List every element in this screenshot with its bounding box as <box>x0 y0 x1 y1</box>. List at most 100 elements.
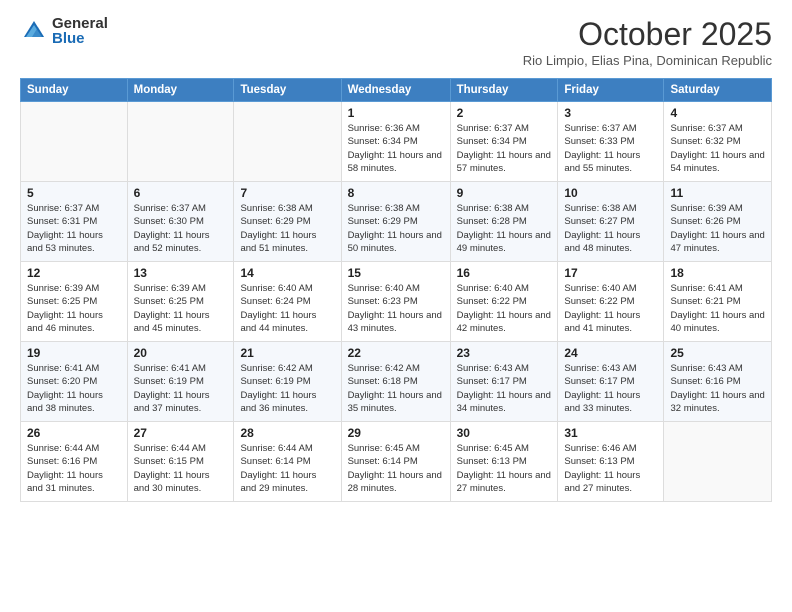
day-cell: 26Sunrise: 6:44 AM Sunset: 6:16 PM Dayli… <box>21 422 128 502</box>
day-info: Sunrise: 6:37 AM Sunset: 6:34 PM Dayligh… <box>457 122 552 175</box>
day-number: 2 <box>457 106 552 120</box>
day-info: Sunrise: 6:46 AM Sunset: 6:13 PM Dayligh… <box>564 442 657 495</box>
day-number: 25 <box>670 346 765 360</box>
day-cell: 2 Sunrise: 6:37 AM Sunset: 6:34 PM Daylig… <box>450 102 558 182</box>
day-cell: 16Sunrise: 6:40 AM Sunset: 6:22 PM Dayli… <box>450 262 558 342</box>
header-row: SundayMondayTuesdayWednesdayThursdayFrid… <box>21 79 772 102</box>
day-info: Sunrise: 6:45 AM Sunset: 6:14 PM Dayligh… <box>348 442 444 495</box>
day-number: 1 <box>348 106 444 120</box>
header: General Blue October 2025 Rio Limpio, El… <box>20 16 772 68</box>
day-number: 5 <box>27 186 121 200</box>
col-header-tuesday: Tuesday <box>234 79 341 102</box>
day-cell: 9 Sunrise: 6:38 AM Sunset: 6:28 PM Daylig… <box>450 182 558 262</box>
day-info: Sunrise: 6:37 AM Sunset: 6:30 PM Dayligh… <box>134 202 228 255</box>
day-cell: 25Sunrise: 6:43 AM Sunset: 6:16 PM Dayli… <box>664 342 772 422</box>
day-cell: 22Sunrise: 6:42 AM Sunset: 6:18 PM Dayli… <box>341 342 450 422</box>
day-number: 31 <box>564 426 657 440</box>
day-number: 11 <box>670 186 765 200</box>
day-info: Sunrise: 6:40 AM Sunset: 6:22 PM Dayligh… <box>564 282 657 335</box>
day-cell: 24 Sunrise: 6:43 AM Sunset: 6:17 PM Dayli… <box>558 342 664 422</box>
week-row-1: 1 Sunrise: 6:36 AM Sunset: 6:34 PM Daylig… <box>21 102 772 182</box>
day-info: Sunrise: 6:37 AM Sunset: 6:33 PM Dayligh… <box>564 122 657 175</box>
location-subtitle: Rio Limpio, Elias Pina, Dominican Republ… <box>523 53 772 68</box>
day-cell: 20 Sunrise: 6:41 AM Sunset: 6:19 PM Dayli… <box>127 342 234 422</box>
title-section: October 2025 Rio Limpio, Elias Pina, Dom… <box>523 16 772 68</box>
day-cell: 5 Sunrise: 6:37 AM Sunset: 6:31 PM Daylig… <box>21 182 128 262</box>
col-header-wednesday: Wednesday <box>341 79 450 102</box>
day-cell: 21 Sunrise: 6:42 AM Sunset: 6:19 PM Dayli… <box>234 342 341 422</box>
day-number: 6 <box>134 186 228 200</box>
week-row-5: 26Sunrise: 6:44 AM Sunset: 6:16 PM Dayli… <box>21 422 772 502</box>
day-cell: 14Sunrise: 6:40 AM Sunset: 6:24 PM Dayli… <box>234 262 341 342</box>
day-info: Sunrise: 6:44 AM Sunset: 6:14 PM Dayligh… <box>240 442 334 495</box>
day-cell: 27 Sunrise: 6:44 AM Sunset: 6:15 PM Dayli… <box>127 422 234 502</box>
day-cell: 15 Sunrise: 6:40 AM Sunset: 6:23 PM Dayli… <box>341 262 450 342</box>
day-info: Sunrise: 6:41 AM Sunset: 6:19 PM Dayligh… <box>134 362 228 415</box>
day-cell: 17 Sunrise: 6:40 AM Sunset: 6:22 PM Dayli… <box>558 262 664 342</box>
week-row-4: 19Sunrise: 6:41 AM Sunset: 6:20 PM Dayli… <box>21 342 772 422</box>
day-number: 20 <box>134 346 228 360</box>
day-number: 9 <box>457 186 552 200</box>
day-info: Sunrise: 6:40 AM Sunset: 6:24 PM Dayligh… <box>240 282 334 335</box>
day-cell: 8Sunrise: 6:38 AM Sunset: 6:29 PM Daylig… <box>341 182 450 262</box>
day-cell: 12 Sunrise: 6:39 AM Sunset: 6:25 PM Dayli… <box>21 262 128 342</box>
week-row-2: 5 Sunrise: 6:37 AM Sunset: 6:31 PM Daylig… <box>21 182 772 262</box>
day-number: 27 <box>134 426 228 440</box>
day-number: 21 <box>240 346 334 360</box>
day-info: Sunrise: 6:39 AM Sunset: 6:26 PM Dayligh… <box>670 202 765 255</box>
day-cell <box>664 422 772 502</box>
day-cell: 1 Sunrise: 6:36 AM Sunset: 6:34 PM Daylig… <box>341 102 450 182</box>
col-header-friday: Friday <box>558 79 664 102</box>
day-cell: 6 Sunrise: 6:37 AM Sunset: 6:30 PM Daylig… <box>127 182 234 262</box>
day-info: Sunrise: 6:41 AM Sunset: 6:21 PM Dayligh… <box>670 282 765 335</box>
day-number: 10 <box>564 186 657 200</box>
logo: General Blue <box>20 16 108 46</box>
day-cell: 29 Sunrise: 6:45 AM Sunset: 6:14 PM Dayli… <box>341 422 450 502</box>
day-number: 17 <box>564 266 657 280</box>
day-info: Sunrise: 6:39 AM Sunset: 6:25 PM Dayligh… <box>27 282 121 335</box>
week-row-3: 12 Sunrise: 6:39 AM Sunset: 6:25 PM Dayli… <box>21 262 772 342</box>
day-cell: 4Sunrise: 6:37 AM Sunset: 6:32 PM Daylig… <box>664 102 772 182</box>
day-info: Sunrise: 6:41 AM Sunset: 6:20 PM Dayligh… <box>27 362 121 415</box>
day-info: Sunrise: 6:40 AM Sunset: 6:22 PM Dayligh… <box>457 282 552 335</box>
day-cell: 10 Sunrise: 6:38 AM Sunset: 6:27 PM Dayli… <box>558 182 664 262</box>
day-info: Sunrise: 6:37 AM Sunset: 6:32 PM Dayligh… <box>670 122 765 175</box>
day-cell: 7 Sunrise: 6:38 AM Sunset: 6:29 PM Daylig… <box>234 182 341 262</box>
day-info: Sunrise: 6:43 AM Sunset: 6:17 PM Dayligh… <box>564 362 657 415</box>
day-info: Sunrise: 6:43 AM Sunset: 6:17 PM Dayligh… <box>457 362 552 415</box>
day-info: Sunrise: 6:42 AM Sunset: 6:19 PM Dayligh… <box>240 362 334 415</box>
month-title: October 2025 <box>523 16 772 53</box>
day-number: 23 <box>457 346 552 360</box>
day-info: Sunrise: 6:36 AM Sunset: 6:34 PM Dayligh… <box>348 122 444 175</box>
day-number: 18 <box>670 266 765 280</box>
day-number: 7 <box>240 186 334 200</box>
col-header-thursday: Thursday <box>450 79 558 102</box>
day-number: 24 <box>564 346 657 360</box>
day-info: Sunrise: 6:42 AM Sunset: 6:18 PM Dayligh… <box>348 362 444 415</box>
day-number: 29 <box>348 426 444 440</box>
day-cell <box>21 102 128 182</box>
day-info: Sunrise: 6:38 AM Sunset: 6:28 PM Dayligh… <box>457 202 552 255</box>
day-cell: 19Sunrise: 6:41 AM Sunset: 6:20 PM Dayli… <box>21 342 128 422</box>
day-info: Sunrise: 6:38 AM Sunset: 6:29 PM Dayligh… <box>240 202 334 255</box>
col-header-saturday: Saturday <box>664 79 772 102</box>
day-number: 13 <box>134 266 228 280</box>
day-number: 30 <box>457 426 552 440</box>
day-number: 3 <box>564 106 657 120</box>
day-number: 15 <box>348 266 444 280</box>
day-number: 12 <box>27 266 121 280</box>
calendar-table: SundayMondayTuesdayWednesdayThursdayFrid… <box>20 78 772 502</box>
day-cell: 11 Sunrise: 6:39 AM Sunset: 6:26 PM Dayli… <box>664 182 772 262</box>
day-info: Sunrise: 6:45 AM Sunset: 6:13 PM Dayligh… <box>457 442 552 495</box>
day-cell: 28Sunrise: 6:44 AM Sunset: 6:14 PM Dayli… <box>234 422 341 502</box>
day-info: Sunrise: 6:40 AM Sunset: 6:23 PM Dayligh… <box>348 282 444 335</box>
day-cell: 31 Sunrise: 6:46 AM Sunset: 6:13 PM Dayli… <box>558 422 664 502</box>
col-header-sunday: Sunday <box>21 79 128 102</box>
col-header-monday: Monday <box>127 79 234 102</box>
day-info: Sunrise: 6:44 AM Sunset: 6:15 PM Dayligh… <box>134 442 228 495</box>
day-info: Sunrise: 6:38 AM Sunset: 6:27 PM Dayligh… <box>564 202 657 255</box>
day-cell <box>127 102 234 182</box>
logo-icon <box>20 17 48 45</box>
day-number: 26 <box>27 426 121 440</box>
day-info: Sunrise: 6:37 AM Sunset: 6:31 PM Dayligh… <box>27 202 121 255</box>
